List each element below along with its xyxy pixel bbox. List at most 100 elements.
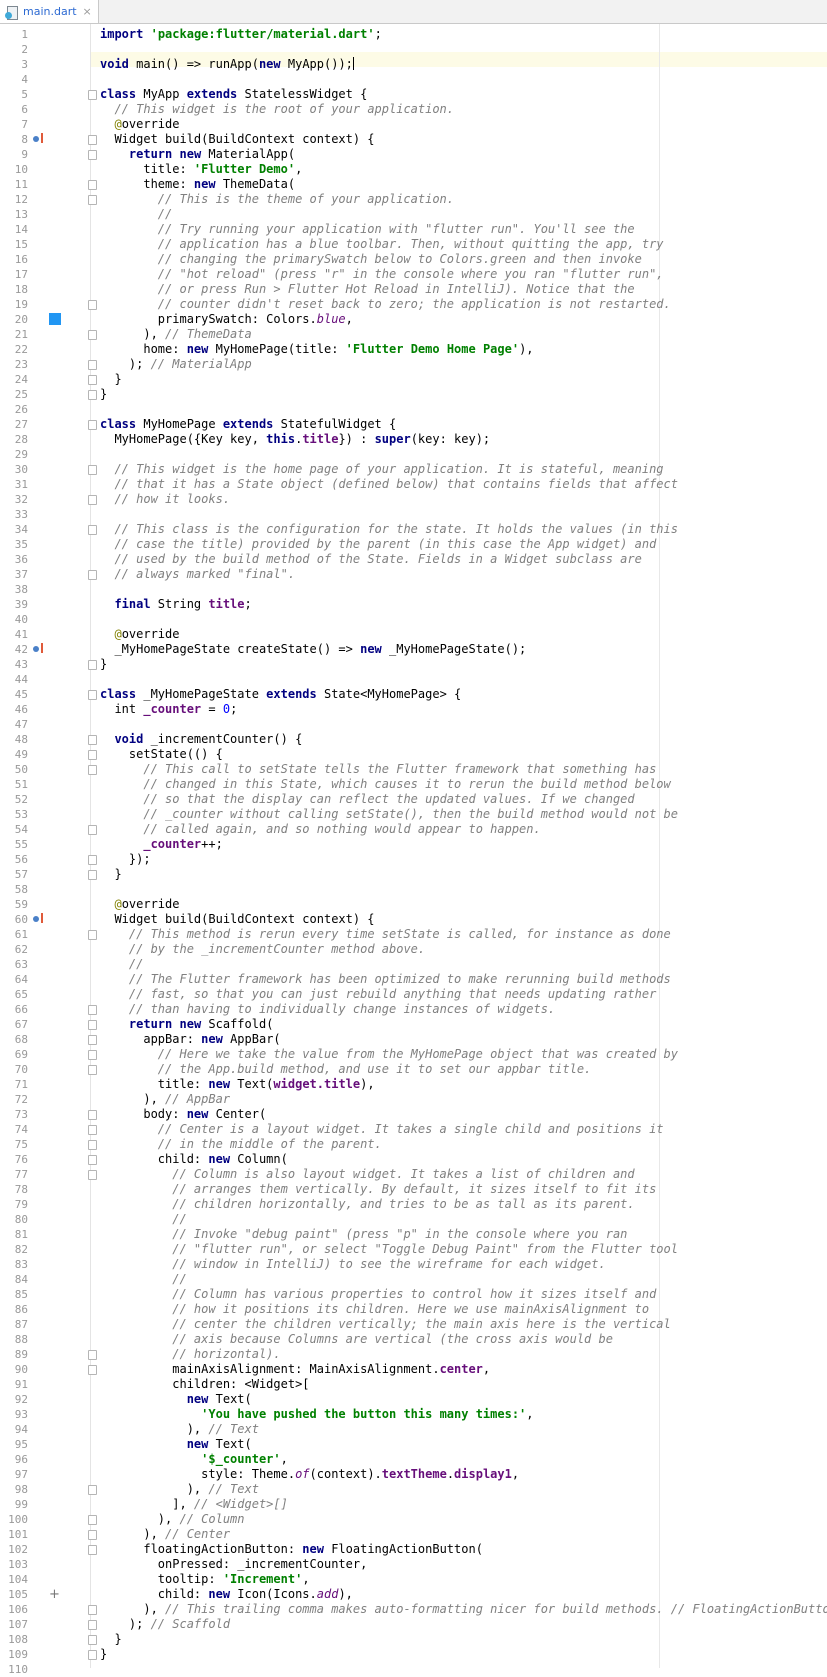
code-line[interactable]: // This widget is the home page of your … bbox=[100, 462, 663, 477]
fold-marker[interactable] bbox=[88, 1605, 97, 1615]
code-line[interactable]: return new MaterialApp( bbox=[100, 147, 295, 162]
fold-marker[interactable] bbox=[88, 1140, 97, 1150]
code-line[interactable]: class _MyHomePageState extends State<MyH… bbox=[100, 687, 461, 702]
code-line[interactable]: // changed in this State, which causes i… bbox=[100, 777, 670, 792]
code-line[interactable]: // case the title) provided by the paren… bbox=[100, 537, 656, 552]
override-method-icon[interactable] bbox=[33, 133, 47, 145]
code-line[interactable]: class MyHomePage extends StatefulWidget … bbox=[100, 417, 396, 432]
code-line[interactable]: // counter didn't reset back to zero; th… bbox=[100, 297, 671, 312]
code-line[interactable]: @override bbox=[100, 897, 179, 912]
code-line[interactable]: // Try running your application with "fl… bbox=[100, 222, 635, 237]
fold-marker[interactable] bbox=[88, 1650, 97, 1660]
code-line[interactable]: mainAxisAlignment: MainAxisAlignment.cen… bbox=[100, 1362, 490, 1377]
code-line[interactable]: ], // <Widget>[] bbox=[100, 1497, 288, 1512]
code-line[interactable]: ), // Column bbox=[100, 1512, 245, 1527]
code-line[interactable]: // Here we take the value from the MyHom… bbox=[100, 1047, 678, 1062]
code-line[interactable]: // or press Run > Flutter Hot Reload in … bbox=[100, 282, 635, 297]
code-line[interactable]: // _counter without calling setState(), … bbox=[100, 807, 678, 822]
code-line[interactable]: // Invoke "debug paint" (press "p" in th… bbox=[100, 1227, 627, 1242]
code-line[interactable]: title: new Text(widget.title), bbox=[100, 1077, 375, 1092]
code-line[interactable]: }); bbox=[100, 852, 151, 867]
fold-marker[interactable] bbox=[88, 870, 97, 880]
code-line[interactable]: // bbox=[100, 1212, 186, 1227]
fold-marker[interactable] bbox=[88, 375, 97, 385]
fold-marker[interactable] bbox=[88, 135, 97, 145]
fold-marker[interactable] bbox=[88, 1035, 97, 1045]
fold-marker[interactable] bbox=[88, 150, 97, 160]
code-line[interactable]: 'You have pushed the button this many ti… bbox=[100, 1407, 533, 1422]
fold-marker[interactable] bbox=[88, 765, 97, 775]
code-line[interactable]: // Column is also layout widget. It take… bbox=[100, 1167, 634, 1182]
fold-marker[interactable] bbox=[88, 1545, 97, 1555]
fold-marker[interactable] bbox=[88, 1620, 97, 1630]
fold-marker[interactable] bbox=[88, 1530, 97, 1540]
code-line[interactable]: primarySwatch: Colors.blue, bbox=[100, 312, 353, 327]
code-line[interactable]: // changing the primarySwatch below to C… bbox=[100, 252, 642, 267]
fold-marker[interactable] bbox=[88, 465, 97, 475]
fold-marker[interactable] bbox=[88, 825, 97, 835]
fold-marker[interactable] bbox=[88, 1110, 97, 1120]
color-swatch-icon[interactable] bbox=[49, 313, 61, 325]
fold-marker[interactable] bbox=[88, 360, 97, 370]
code-line[interactable]: // how it looks. bbox=[100, 492, 230, 507]
fold-marker[interactable] bbox=[88, 180, 97, 190]
fold-marker[interactable] bbox=[88, 930, 97, 940]
code-line[interactable]: child: new Column( bbox=[100, 1152, 288, 1167]
fold-marker[interactable] bbox=[88, 1155, 97, 1165]
code-line[interactable]: // This method is rerun every time setSt… bbox=[100, 927, 671, 942]
code-line[interactable]: children: <Widget>[ bbox=[100, 1377, 309, 1392]
code-line[interactable]: void main() => runApp(new MyApp()); bbox=[100, 57, 354, 72]
code-line[interactable]: import 'package:flutter/material.dart'; bbox=[100, 27, 382, 42]
code-line[interactable]: // that it has a State object (defined b… bbox=[100, 477, 678, 492]
code-line[interactable]: // horizontal). bbox=[100, 1347, 280, 1362]
code-line[interactable]: // than having to individually change in… bbox=[100, 1002, 555, 1017]
code-line[interactable]: // This class is the configuration for t… bbox=[100, 522, 678, 537]
code-line[interactable]: onPressed: _incrementCounter, bbox=[100, 1557, 368, 1572]
fold-marker[interactable] bbox=[88, 390, 97, 400]
code-line[interactable]: // children horizontally, and tries to b… bbox=[100, 1197, 634, 1212]
fold-marker[interactable] bbox=[88, 1365, 97, 1375]
code-line[interactable]: // axis because Columns are vertical (th… bbox=[100, 1332, 613, 1347]
code-line[interactable]: Widget build(BuildContext context) { bbox=[100, 132, 374, 147]
fold-marker[interactable] bbox=[88, 1050, 97, 1060]
code-line[interactable]: _counter++; bbox=[100, 837, 222, 852]
code-line[interactable]: title: 'Flutter Demo', bbox=[100, 162, 302, 177]
code-line[interactable]: ), // Text bbox=[100, 1422, 259, 1437]
fold-marker[interactable] bbox=[88, 1350, 97, 1360]
fold-marker[interactable] bbox=[88, 690, 97, 700]
code-line[interactable]: child: new Icon(Icons.add), bbox=[100, 1587, 353, 1602]
fold-marker[interactable] bbox=[88, 1065, 97, 1075]
code-line[interactable]: } bbox=[100, 372, 121, 387]
code-line[interactable]: ), // Center bbox=[100, 1527, 230, 1542]
code-line[interactable]: // called again, and so nothing would ap… bbox=[100, 822, 540, 837]
code-line[interactable]: ), // Text bbox=[100, 1482, 259, 1497]
code-line[interactable]: // Center is a layout widget. It takes a… bbox=[100, 1122, 664, 1137]
code-line[interactable]: // window in IntelliJ) to see the wirefr… bbox=[100, 1257, 605, 1272]
code-line[interactable]: new Text( bbox=[100, 1392, 252, 1407]
fold-marker[interactable] bbox=[88, 855, 97, 865]
code-line[interactable]: // how it positions its children. Here w… bbox=[100, 1302, 649, 1317]
code-line[interactable]: @override bbox=[100, 627, 179, 642]
code-line[interactable]: // bbox=[100, 207, 172, 222]
code-line[interactable]: ); // MaterialApp bbox=[100, 357, 252, 372]
code-line[interactable]: // Column has various properties to cont… bbox=[100, 1287, 656, 1302]
fold-marker[interactable] bbox=[88, 195, 97, 205]
code-line[interactable]: theme: new ThemeData( bbox=[100, 177, 295, 192]
fold-marker[interactable] bbox=[88, 420, 97, 430]
code-line[interactable]: // bbox=[100, 957, 143, 972]
code-line[interactable]: MyHomePage({Key key, this.title}) : supe… bbox=[100, 432, 490, 447]
code-line[interactable]: // fast, so that you can just rebuild an… bbox=[100, 987, 656, 1002]
code-line[interactable]: // arranges them vertically. By default,… bbox=[100, 1182, 656, 1197]
code-line[interactable]: floatingActionButton: new FloatingAction… bbox=[100, 1542, 483, 1557]
code-line[interactable]: } bbox=[100, 1632, 121, 1647]
code-line[interactable]: style: Theme.of(context).textTheme.displ… bbox=[100, 1467, 519, 1482]
code-line[interactable]: // bbox=[100, 1272, 186, 1287]
code-line[interactable]: ), // AppBar bbox=[100, 1092, 230, 1107]
code-line[interactable]: @override bbox=[100, 117, 179, 132]
code-line[interactable]: // This call to setState tells the Flutt… bbox=[100, 762, 656, 777]
fold-marker[interactable] bbox=[88, 660, 97, 670]
code-line[interactable]: // "flutter run", or select "Toggle Debu… bbox=[100, 1242, 678, 1257]
fold-marker[interactable] bbox=[88, 1515, 97, 1525]
fold-marker[interactable] bbox=[88, 1125, 97, 1135]
code-line[interactable]: ), // ThemeData bbox=[100, 327, 251, 342]
